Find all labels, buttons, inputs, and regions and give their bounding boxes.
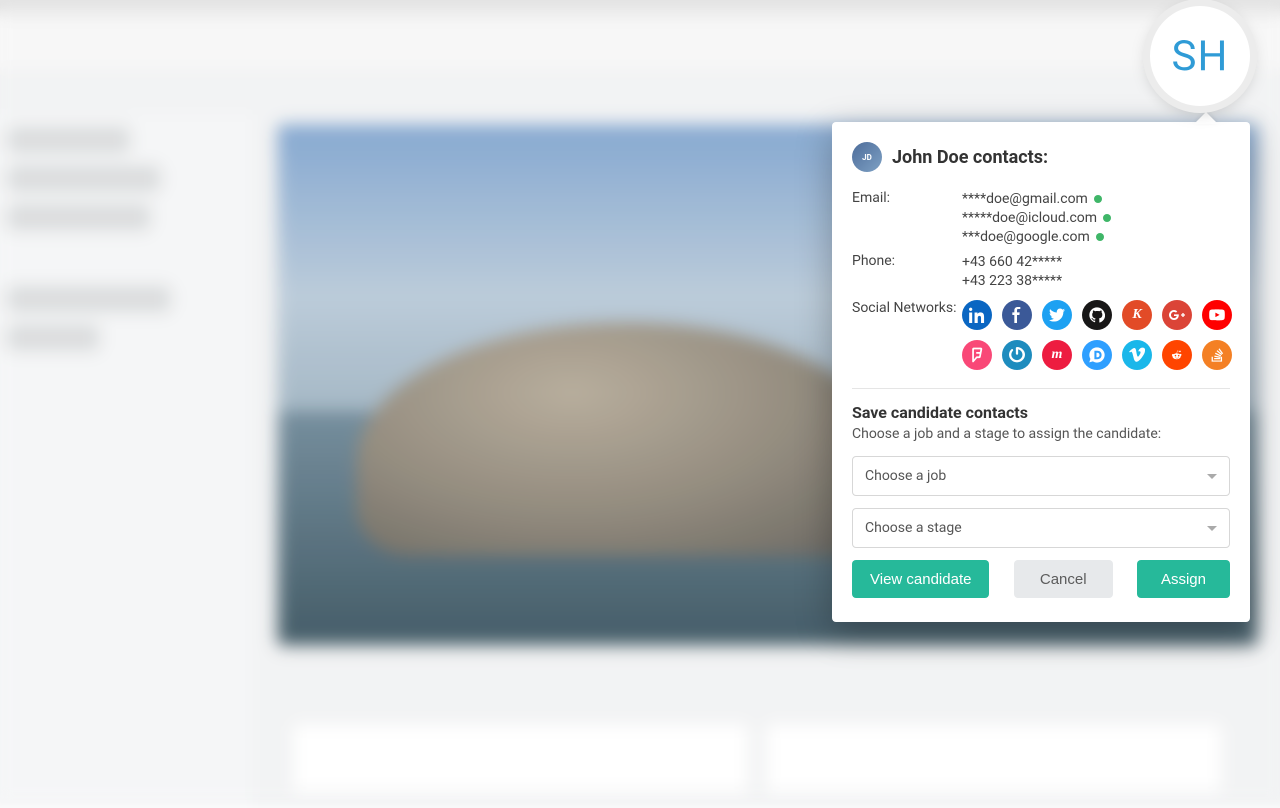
meetup-icon[interactable]: m: [1042, 340, 1072, 370]
email-text: ***doe@google.com: [962, 228, 1090, 247]
cancel-button[interactable]: Cancel: [1014, 560, 1113, 598]
chevron-down-icon: [1207, 526, 1217, 531]
social-label: Social Networks:: [852, 300, 962, 370]
email-text: ****doe@gmail.com: [962, 190, 1088, 209]
save-title: Save candidate contacts: [852, 403, 1230, 422]
candidate-avatar: JD: [852, 142, 882, 172]
verified-dot-icon: [1094, 195, 1102, 203]
email-text: *****doe@icloud.com: [962, 209, 1097, 228]
assign-button[interactable]: Assign: [1137, 560, 1230, 598]
social-grid: Km: [962, 300, 1232, 370]
email-item: ***doe@google.com: [962, 228, 1230, 247]
googleplus-icon[interactable]: [1162, 300, 1192, 330]
stackoverflow-icon[interactable]: [1202, 340, 1232, 370]
extension-badge[interactable]: SH: [1150, 6, 1250, 106]
disqus-icon[interactable]: [1082, 340, 1112, 370]
reddit-icon[interactable]: [1162, 340, 1192, 370]
vimeo-icon[interactable]: [1122, 340, 1152, 370]
job-select[interactable]: Choose a job: [852, 456, 1230, 496]
email-row: Email: ****doe@gmail.com *****doe@icloud…: [852, 190, 1230, 247]
email-label: Email:: [852, 190, 962, 247]
contacts-panel: JD John Doe contacts: Email: ****doe@gma…: [832, 122, 1250, 622]
verified-dot-icon: [1103, 214, 1111, 222]
job-select-text: Choose a job: [865, 468, 946, 484]
twitter-icon[interactable]: [1042, 300, 1072, 330]
linkedin-icon[interactable]: [962, 300, 992, 330]
save-subtitle: Choose a job and a stage to assign the c…: [852, 426, 1230, 442]
phone-label: Phone:: [852, 253, 962, 291]
extension-badge-text: SH: [1172, 32, 1229, 81]
phone-values: +43 660 42***** +43 223 38*****: [962, 253, 1230, 291]
panel-header: JD John Doe contacts:: [852, 142, 1230, 172]
stage-select-text: Choose a stage: [865, 520, 962, 536]
phone-item: +43 660 42*****: [962, 253, 1230, 272]
facebook-icon[interactable]: [1002, 300, 1032, 330]
foursquare-icon[interactable]: [962, 340, 992, 370]
social-row: Social Networks: Km: [852, 300, 1230, 370]
phone-row: Phone: +43 660 42***** +43 223 38*****: [852, 253, 1230, 291]
verified-dot-icon: [1096, 233, 1104, 241]
stage-select[interactable]: Choose a stage: [852, 508, 1230, 548]
gravatar-icon[interactable]: [1002, 340, 1032, 370]
phone-item: +43 223 38*****: [962, 272, 1230, 291]
panel-title: John Doe contacts:: [892, 147, 1048, 168]
youtube-icon[interactable]: [1202, 300, 1232, 330]
chevron-down-icon: [1207, 474, 1217, 479]
button-row: View candidate Cancel Assign: [852, 560, 1230, 598]
github-icon[interactable]: [1082, 300, 1112, 330]
email-values: ****doe@gmail.com *****doe@icloud.com **…: [962, 190, 1230, 247]
divider: [852, 388, 1230, 389]
klout-icon[interactable]: K: [1122, 300, 1152, 330]
view-candidate-button[interactable]: View candidate: [852, 560, 989, 598]
email-item: *****doe@icloud.com: [962, 209, 1230, 228]
email-item: ****doe@gmail.com: [962, 190, 1230, 209]
